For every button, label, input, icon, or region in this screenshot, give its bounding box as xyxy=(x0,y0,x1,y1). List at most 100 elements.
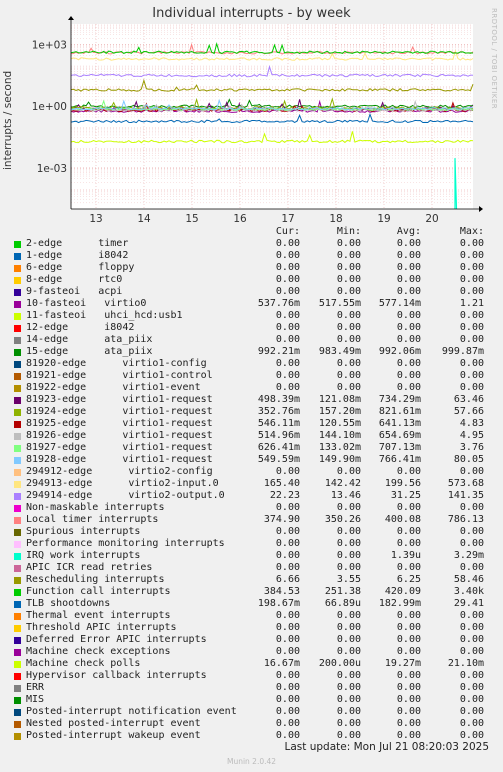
legend-max-value: 0.00 xyxy=(459,610,484,621)
legend-series-name: 81928-edge virtio1-request xyxy=(26,454,213,465)
legend-cur-value: 514.96m xyxy=(257,430,300,441)
x-tick-label: 17 xyxy=(281,213,294,225)
legend-swatch xyxy=(14,337,21,344)
legend-avg-value: 707.13m xyxy=(378,442,421,453)
legend-avg-value: 0.00 xyxy=(396,646,421,657)
legend-avg-value: 1.39u xyxy=(390,550,421,561)
legend-avg-value: 0.00 xyxy=(396,370,421,381)
legend-series-name: 81921-edge virtio1-control xyxy=(26,370,213,381)
legend-row: 81927-edge virtio1-request 626.41m 133.02m… xyxy=(12,442,492,454)
legend-swatch xyxy=(14,721,21,728)
legend-cur-value: 498.39m xyxy=(257,394,300,405)
legend-max-value: 0.00 xyxy=(459,694,484,705)
legend-max-value: 4.95 xyxy=(459,430,484,441)
legend-min-value: 121.08m xyxy=(318,394,361,405)
legend-swatch xyxy=(14,589,21,596)
legend-min-value: 0.00 xyxy=(336,250,361,261)
legend-row: 8-edge rtc0 0.00 0.00 0.00 0.00 xyxy=(12,274,492,286)
legend-cur-value: 0.00 xyxy=(275,286,300,297)
legend-row: Function call interrupts 384.53 251.38 420.… xyxy=(12,586,492,598)
legend-header-max: Max: xyxy=(459,226,484,237)
legend-max-value: 0.00 xyxy=(459,670,484,681)
legend-min-value: 13.46 xyxy=(330,490,361,501)
legend-min-value: 0.00 xyxy=(336,322,361,333)
legend-header: Cur: Min: Avg: Max: xyxy=(12,226,492,238)
y-tick-label: 1e-03 xyxy=(37,163,67,175)
legend-row: 81920-edge virtio1-config 0.00 0.00 0.00 0.0… xyxy=(12,358,492,370)
legend-avg-value: 0.00 xyxy=(396,274,421,285)
legend-min-value: 0.00 xyxy=(336,334,361,345)
legend-cur-value: 0.00 xyxy=(275,622,300,633)
legend-min-value: 0.00 xyxy=(336,274,361,285)
legend-swatch xyxy=(14,553,21,560)
legend-swatch xyxy=(14,637,21,644)
legend-cur-value: 0.00 xyxy=(275,538,300,549)
legend-row: 11-fasteoi uhci_hcd:usb1 0.00 0.00 0.00 0.00 xyxy=(12,310,492,322)
legend-row: 81923-edge virtio1-request 498.39m 121.08m… xyxy=(12,394,492,406)
legend-series-name: Hypervisor callback interrupts xyxy=(26,670,207,681)
legend-avg-value: 0.00 xyxy=(396,502,421,513)
legend-cur-value: 0.00 xyxy=(275,610,300,621)
legend-cur-value: 626.41m xyxy=(257,442,300,453)
legend-row: Threshold APIC interrupts 0.00 0.00 0.00 0.0… xyxy=(12,622,492,634)
legend-min-value: 0.00 xyxy=(336,382,361,393)
legend-max-value: 999.87m xyxy=(441,346,484,357)
legend-row: Machine check exceptions 0.00 0.00 0.00 0.00 xyxy=(12,646,492,658)
x-axis-arrow xyxy=(479,206,483,212)
x-tick-label: 13 xyxy=(89,213,102,225)
legend-cur-value: 537.76m xyxy=(257,298,300,309)
legend-cur-value: 384.53 xyxy=(263,586,300,597)
legend-swatch xyxy=(14,577,21,584)
legend-swatch xyxy=(14,625,21,632)
legend-swatch xyxy=(14,709,21,716)
legend-max-value: 3.29m xyxy=(453,550,484,561)
legend-header-avg: Avg: xyxy=(396,226,421,237)
legend-cur-value: 6.66 xyxy=(275,574,300,585)
legend-series-name: Rescheduling interrupts xyxy=(26,574,165,585)
legend-swatch xyxy=(14,469,21,476)
legend-series-name: 8-edge rtc0 xyxy=(26,274,123,285)
legend-avg-value: 0.00 xyxy=(396,670,421,681)
legend-row: 81922-edge virtio1-event 0.00 0.00 0.00 0.00 xyxy=(12,382,492,394)
legend-min-value: 0.00 xyxy=(336,670,361,681)
legend-swatch xyxy=(14,661,21,668)
legend-swatch xyxy=(14,505,21,512)
legend-row: TLB shootdowns 198.67m 66.89u 182.99m 29.41 xyxy=(12,598,492,610)
legend-series-name: 11-fasteoi uhci_hcd:usb1 xyxy=(26,310,183,321)
legend-row: 1-edge i8042 0.00 0.00 0.00 0.00 xyxy=(12,250,492,262)
legend-min-value: 0.00 xyxy=(336,718,361,729)
legend-rows: 2-edge timer 0.00 0.00 0.00 0.00 1-edge i8042… xyxy=(12,238,492,742)
legend-cur-value: 0.00 xyxy=(275,382,300,393)
legend-avg-value: 420.09 xyxy=(384,586,421,597)
legend-max-value: 0.00 xyxy=(459,682,484,693)
legend-avg-value: 0.00 xyxy=(396,358,421,369)
legend-min-value: 0.00 xyxy=(336,562,361,573)
legend-swatch xyxy=(14,325,21,332)
legend-min-value: 157.20m xyxy=(318,406,361,417)
legend-max-value: 0.00 xyxy=(459,538,484,549)
legend-series-name: 294913-edge virtio2-input.0 xyxy=(26,478,219,489)
x-tick-label: 16 xyxy=(233,213,247,225)
legend-max-value: 29.41 xyxy=(453,598,484,609)
legend-swatch xyxy=(14,457,21,464)
legend-min-value: 0.00 xyxy=(336,634,361,645)
legend-min-value: 66.89u xyxy=(324,598,361,609)
legend-avg-value: 734.29m xyxy=(378,394,421,405)
legend-series-name: 1-edge i8042 xyxy=(26,250,129,261)
legend-avg-value: 0.00 xyxy=(396,286,421,297)
legend-max-value: 3.76 xyxy=(459,442,484,453)
legend-cur-value: 546.11m xyxy=(257,418,300,429)
legend-min-value: 0.00 xyxy=(336,310,361,321)
legend-swatch xyxy=(14,301,21,308)
legend-cur-value: 16.67m xyxy=(263,658,300,669)
legend-cur-value: 0.00 xyxy=(275,334,300,345)
legend-min-value: 0.00 xyxy=(336,538,361,549)
legend-max-value: 63.46 xyxy=(453,394,484,405)
legend-cur-value: 0.00 xyxy=(275,670,300,681)
legend-avg-value: 400.08 xyxy=(384,514,421,525)
legend-series-name: 81926-edge virtio1-request xyxy=(26,430,213,441)
legend-series-name: 81924-edge virtio1-request xyxy=(26,406,213,417)
legend-max-value: 3.40k xyxy=(453,586,484,597)
legend-max-value: 0.00 xyxy=(459,382,484,393)
legend-table: Cur: Min: Avg: Max: 2-edge timer 0.00 0.00… xyxy=(12,226,492,742)
